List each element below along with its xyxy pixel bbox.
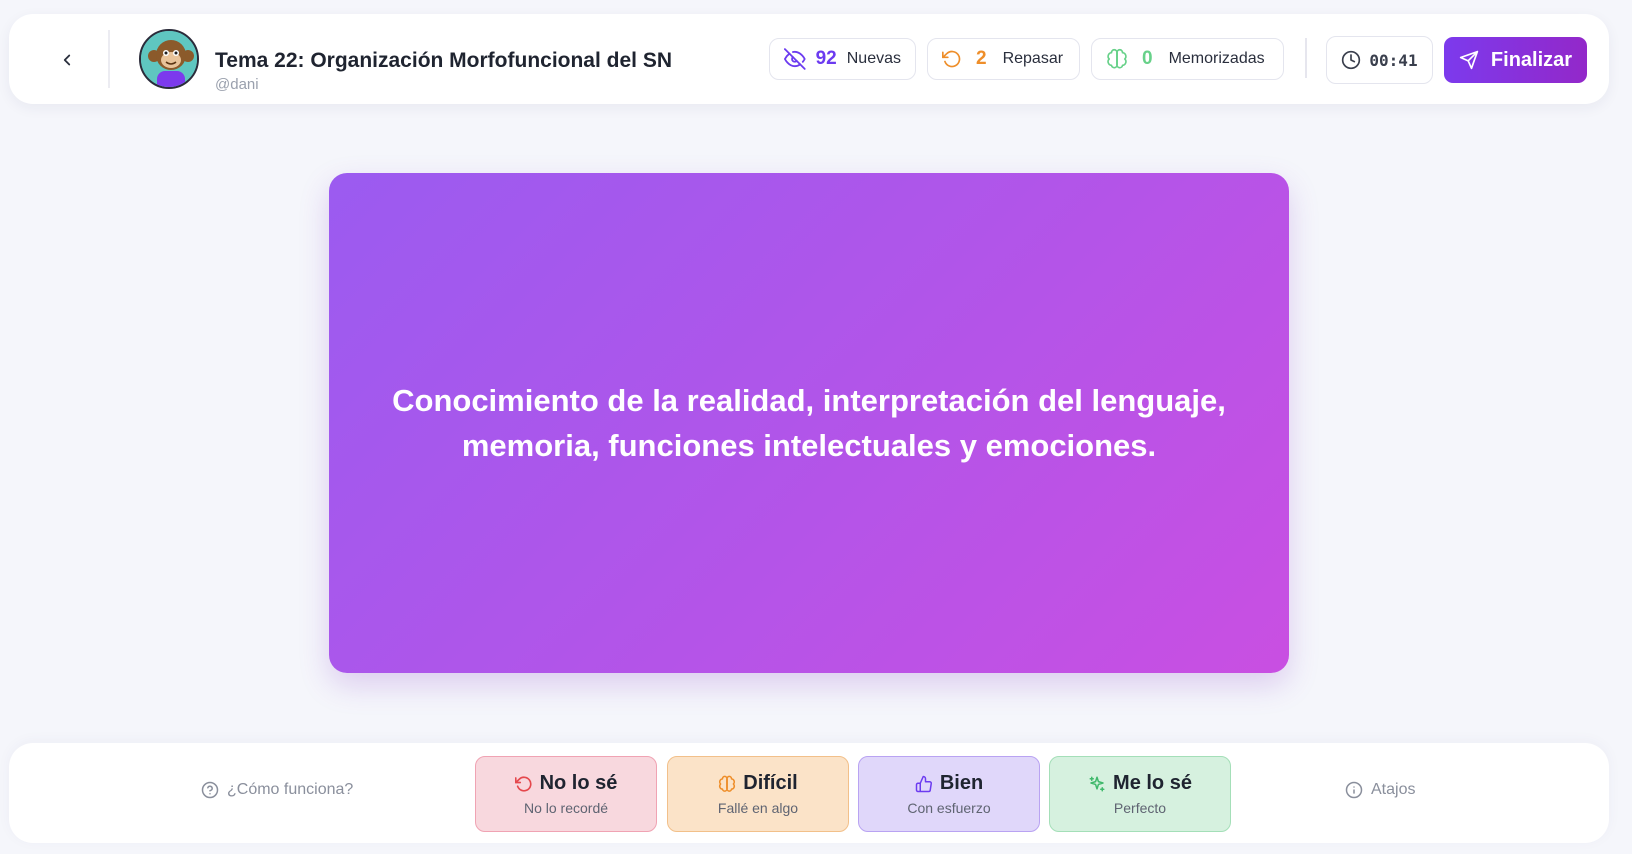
stat-memorized: 0 Memorizadas bbox=[1091, 38, 1284, 80]
answer-no-lo-se-button[interactable]: No lo sé No lo recordé bbox=[475, 756, 657, 832]
flashcard-text: Conocimiento de la realidad, interpretac… bbox=[392, 383, 1226, 463]
review-label: Repasar bbox=[1002, 50, 1064, 67]
finish-label: Finalizar bbox=[1490, 48, 1573, 71]
answer-sublabel: Con esfuerzo bbox=[907, 800, 991, 816]
finish-button[interactable]: Finalizar bbox=[1444, 37, 1587, 83]
answer-label: Me lo sé bbox=[1113, 772, 1192, 794]
answer-label: Bien bbox=[939, 772, 984, 794]
new-count: 92 bbox=[815, 48, 837, 69]
username: @dani bbox=[215, 76, 259, 93]
header-divider-right bbox=[1305, 38, 1307, 78]
send-icon bbox=[1459, 50, 1479, 70]
answer-sublabel: No lo recordé bbox=[523, 800, 609, 816]
answer-label: No lo sé bbox=[539, 772, 618, 794]
brain-icon bbox=[1107, 48, 1127, 69]
flashcard[interactable]: Conocimiento de la realidad, interpretac… bbox=[329, 173, 1289, 673]
memorized-count: 0 bbox=[1142, 48, 1153, 69]
top-bar: Tema 22: Organización Morfofuncional del… bbox=[9, 14, 1609, 104]
answer-bien-button[interactable]: Bien Con esfuerzo bbox=[858, 756, 1040, 832]
brain-icon bbox=[719, 775, 736, 792]
thumbs-up-icon bbox=[915, 775, 932, 792]
header-divider bbox=[108, 30, 110, 88]
shortcuts-label: Atajos bbox=[1371, 781, 1416, 798]
answer-dificil-button[interactable]: Difícil Fallé en algo bbox=[667, 756, 849, 832]
timer-value: 00:41 bbox=[1369, 50, 1418, 70]
help-link[interactable]: ¿Cómo funciona? bbox=[201, 781, 353, 799]
back-button[interactable] bbox=[49, 42, 85, 78]
eye-off-icon bbox=[784, 48, 806, 70]
help-label: ¿Cómo funciona? bbox=[227, 781, 354, 798]
shortcuts-link[interactable]: Atajos bbox=[1345, 781, 1415, 799]
chevron-left-icon bbox=[63, 54, 71, 66]
answer-sublabel: Fallé en algo bbox=[717, 800, 799, 816]
clock-icon bbox=[1342, 50, 1361, 70]
help-circle-icon bbox=[201, 781, 219, 799]
review-count: 2 bbox=[976, 48, 987, 69]
stat-new: 92 Nuevas bbox=[769, 38, 916, 80]
new-label: Nuevas bbox=[846, 50, 901, 67]
timer: 00:41 bbox=[1326, 36, 1433, 84]
undo-icon bbox=[514, 775, 532, 792]
stat-review: 2 Repasar bbox=[927, 38, 1080, 80]
answer-sublabel: Perfecto bbox=[1113, 800, 1167, 816]
monkey-avatar bbox=[141, 31, 197, 87]
sparkles-icon bbox=[1089, 776, 1105, 791]
info-icon bbox=[1345, 781, 1363, 799]
avatar bbox=[139, 29, 199, 89]
rotate-ccw-icon bbox=[942, 50, 961, 68]
bottom-bar: ¿Cómo funciona? No lo sé No lo recordé D… bbox=[9, 743, 1609, 843]
answer-label: Difícil bbox=[743, 772, 798, 794]
answer-me-lo-se-button[interactable]: Me lo sé Perfecto bbox=[1049, 756, 1231, 832]
memorized-label: Memorizadas bbox=[1168, 50, 1265, 67]
page-title: Tema 22: Organización Morfofuncional del… bbox=[215, 49, 673, 72]
